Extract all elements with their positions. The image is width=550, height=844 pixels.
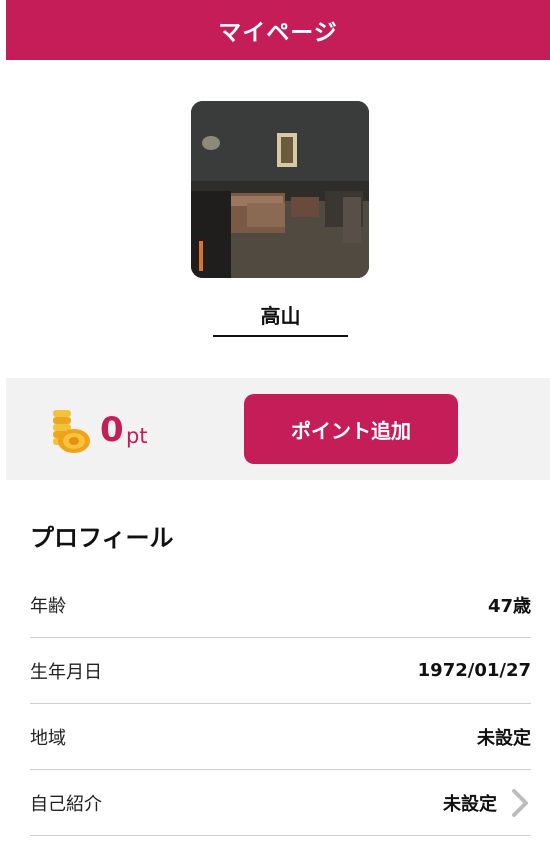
points-unit: pt [126, 424, 148, 448]
row-value: 1972/01/27 [417, 660, 531, 681]
profile-section-title: プロフィール [30, 524, 174, 552]
row-value: 47歳 [487, 595, 531, 617]
row-label: 地域 [30, 727, 66, 749]
add-points-button[interactable]: ポイント追加 [244, 394, 458, 464]
page-title: マイページ [218, 20, 338, 46]
avatar-photo [191, 101, 369, 278]
profile-row-region: 地域 未設定 [30, 704, 531, 770]
row-label: 自己紹介 [30, 793, 102, 815]
username-text: 高山 [260, 304, 301, 328]
coin-stack-icon [53, 410, 90, 453]
row-right: 未設定 [443, 788, 531, 818]
profile-row-birthday: 生年月日 1972/01/27 [30, 638, 531, 704]
profile-row-self-intro[interactable]: 自己紹介 未設定 [30, 770, 531, 836]
points-value: 0 [100, 410, 124, 450]
row-value: 未設定 [443, 793, 497, 815]
chevron-right-icon [512, 788, 528, 817]
avatar[interactable] [191, 101, 369, 278]
profile-row-age: 年齢 47歳 [30, 572, 531, 638]
row-value: 未設定 [477, 727, 531, 749]
username: 高山 [213, 294, 348, 337]
row-label: 年齢 [30, 595, 66, 617]
page-header: マイページ [6, 0, 550, 60]
row-label: 生年月日 [30, 661, 102, 683]
